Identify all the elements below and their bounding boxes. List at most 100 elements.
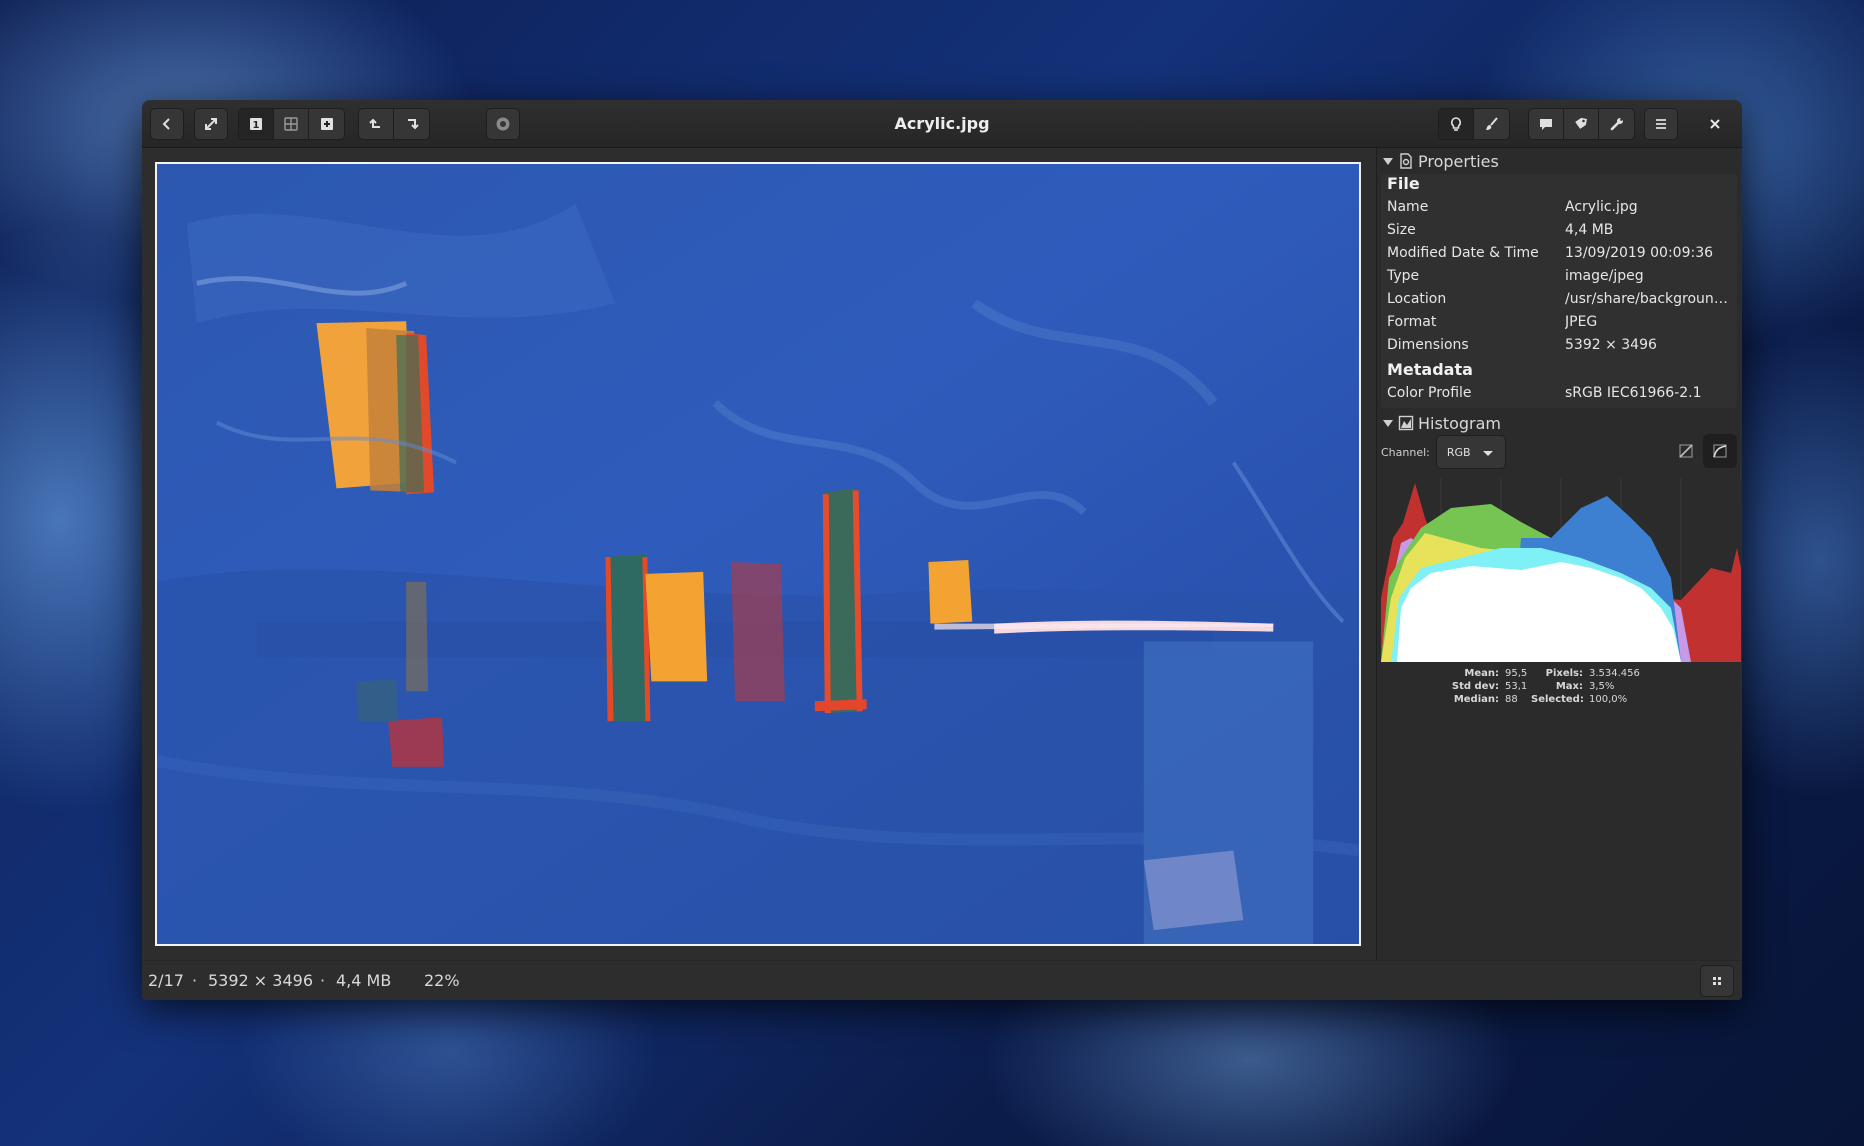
document-icon [1400,153,1412,169]
histogram-icon [1398,415,1414,431]
channel-dropdown[interactable]: RGB [1435,435,1506,469]
file-size: 4,4 MB [336,971,392,990]
add-button[interactable] [309,109,344,139]
image-dimensions: 5392 × 3496 [208,971,314,990]
single-view-button[interactable]: 1 [239,109,274,139]
stat-value: 3,5% [1589,681,1615,692]
stat-label: Pixels: [1545,668,1583,679]
rotate-right-button[interactable] [394,109,429,139]
property-key: Name [1387,199,1429,215]
property-key: Color Profile [1387,385,1472,401]
property-row-modified: Modified Date & Time 13/09/2019 00:09:36 [1387,245,1733,267]
displayed-image [155,162,1361,946]
properties-sidebar: Properties File Name Acrylic.jpg Size 4,… [1376,148,1741,960]
grid-view-icon [284,117,298,131]
histogram-expander[interactable]: Histogram [1383,410,1501,436]
back-button[interactable] [150,108,184,140]
expand-triangle-icon [1383,419,1393,427]
add-icon [320,118,333,130]
comment-button[interactable] [1529,109,1564,139]
property-row-name: Name Acrylic.jpg [1387,199,1733,221]
expand-icon [205,118,217,130]
rotate-group [358,108,430,140]
zoom-level[interactable]: 22% [424,961,460,1000]
property-key: Location [1387,291,1447,307]
brush-button[interactable] [1474,109,1509,139]
stat-label: Median: [1453,694,1499,705]
tag-icon [1575,117,1587,129]
property-value: 5392 × 3496 [1565,337,1657,353]
properties-header: Properties [1418,151,1499,171]
bulb-icon [1451,117,1461,131]
log-scale-button[interactable] [1703,434,1737,468]
channel-selector-row: Channel: RGB [1381,434,1737,470]
rotate-right-icon [407,119,419,130]
properties-expander[interactable]: Properties [1383,148,1499,174]
wrench-icon [1610,118,1623,131]
edit-tools-group [1438,108,1510,140]
brush-icon [1485,117,1498,130]
property-key: Size [1387,222,1416,238]
property-value: 4,4 MB [1565,222,1614,238]
file-heading: File [1387,174,1420,193]
slideshow-icon [496,117,510,131]
stat-value: 3.534.456 [1589,668,1640,679]
separator: · [320,971,326,990]
channel-value: RGB [1446,445,1471,459]
stat-label: Std dev: [1451,681,1499,692]
close-button[interactable] [1698,108,1732,140]
header-bar: 1 Acrylic.jpg [142,100,1742,148]
menu-icon [1656,119,1666,129]
rotate-left-button[interactable] [359,109,394,139]
svg-text:1: 1 [253,120,260,131]
grid-icon [1713,977,1721,985]
comment-icon [1540,119,1552,130]
chevron-left-icon [162,118,170,130]
property-value: Acrylic.jpg [1565,199,1638,215]
property-value: sRGB IEC61966-2.1 [1565,385,1702,401]
stat-pixels: Pixels: 3.534.456 [1531,668,1645,682]
wrench-button[interactable] [1599,109,1634,139]
stat-label: Mean: [1464,668,1499,679]
property-row-dimensions: Dimensions 5392 × 3496 [1387,337,1733,359]
slideshow-button[interactable] [486,108,520,140]
property-value: image/jpeg [1565,268,1644,284]
grid-view-button[interactable] [274,109,309,139]
histogram-plot [1381,478,1741,662]
image-position: 2/17 [148,971,184,990]
chevron-down-icon [1482,451,1493,456]
image-viewport[interactable] [142,148,1374,960]
property-row-location: Location /usr/share/background... [1387,291,1733,313]
histogram-graph [1381,478,1741,662]
stat-max: Max: 3,5% [1531,681,1645,695]
annotation-tools-group [1528,108,1635,140]
property-key: Dimensions [1387,337,1469,353]
view-mode-group: 1 [238,108,345,140]
property-row-size: Size 4,4 MB [1387,222,1733,244]
linear-scale-button[interactable] [1669,434,1703,468]
metadata-heading: Metadata [1387,360,1473,379]
bulb-button[interactable] [1439,109,1474,139]
image-viewer-window: 1 Acrylic.jpg Properties File Name Acryl… [142,100,1742,1000]
stat-selected: Selected: 100,0% [1531,694,1645,708]
expand-triangle-icon [1383,157,1393,165]
fullscreen-button[interactable] [194,108,228,140]
close-icon [1710,119,1720,129]
log-scale-icon [1713,444,1727,458]
tag-button[interactable] [1564,109,1599,139]
property-row-color-profile: Color Profile sRGB IEC61966-2.1 [1387,385,1733,407]
separator: · [192,971,198,990]
menu-button[interactable] [1644,108,1678,140]
stat-label: Max: [1555,681,1583,692]
stat-value: 100,0% [1589,694,1628,705]
channel-label: Channel: [1381,445,1430,459]
gallery-button[interactable] [1700,965,1734,997]
property-row-format: Format JPEG [1387,314,1733,336]
property-value: 13/09/2019 00:09:36 [1565,245,1714,261]
acrylic-painting-image [157,164,1359,944]
status-bar: 2/17 · 5392 × 3496 · 4,4 MB 22% [142,960,1742,1000]
property-key: Modified Date & Time [1387,245,1539,261]
histogram-header: Histogram [1418,413,1501,433]
property-value: JPEG [1565,314,1598,330]
property-value: /usr/share/background... [1565,291,1733,307]
